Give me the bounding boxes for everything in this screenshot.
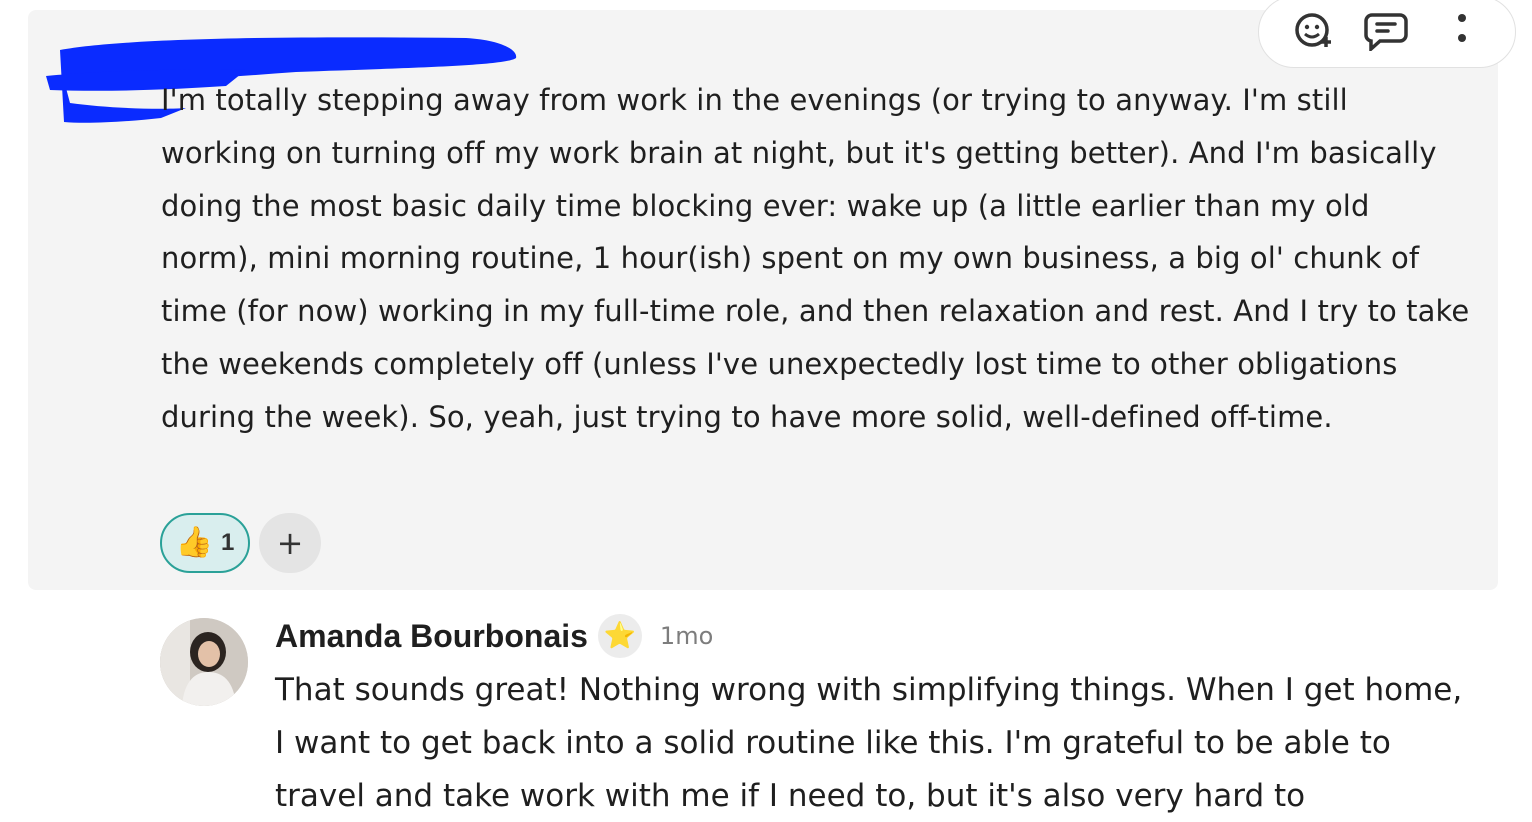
reply-header: Amanda Bourbonais ⭐ 1mo bbox=[275, 612, 713, 660]
reply-body: That sounds great! Nothing wrong with si… bbox=[275, 672, 1463, 814]
reply-action-button[interactable] bbox=[1361, 5, 1411, 55]
comment-card: I'm totally stepping away from work in t… bbox=[28, 0, 1516, 590]
comment-action-bar bbox=[1258, 0, 1516, 68]
add-reaction-action-button[interactable] bbox=[1289, 5, 1339, 55]
avatar-image bbox=[160, 618, 248, 706]
avatar[interactable] bbox=[160, 618, 248, 706]
reaction-count: 1 bbox=[221, 529, 235, 556]
timestamp[interactable]: 1mo bbox=[660, 622, 713, 650]
more-vertical-icon bbox=[1458, 14, 1466, 42]
reaction-thumbs-up[interactable]: 👍 1 bbox=[160, 513, 250, 573]
add-emoji-icon bbox=[1295, 13, 1331, 47]
star-badge-icon: ⭐ bbox=[597, 614, 642, 658]
author-name[interactable]: Amanda Bourbonais bbox=[275, 618, 588, 655]
thumbs-up-icon: 👍 bbox=[175, 525, 213, 560]
reply-bubble-icon bbox=[1364, 13, 1408, 51]
comment-body: I'm totally stepping away from work in t… bbox=[161, 83, 1470, 434]
more-options-button[interactable] bbox=[1437, 5, 1487, 55]
add-reaction-button[interactable]: + bbox=[259, 513, 321, 573]
